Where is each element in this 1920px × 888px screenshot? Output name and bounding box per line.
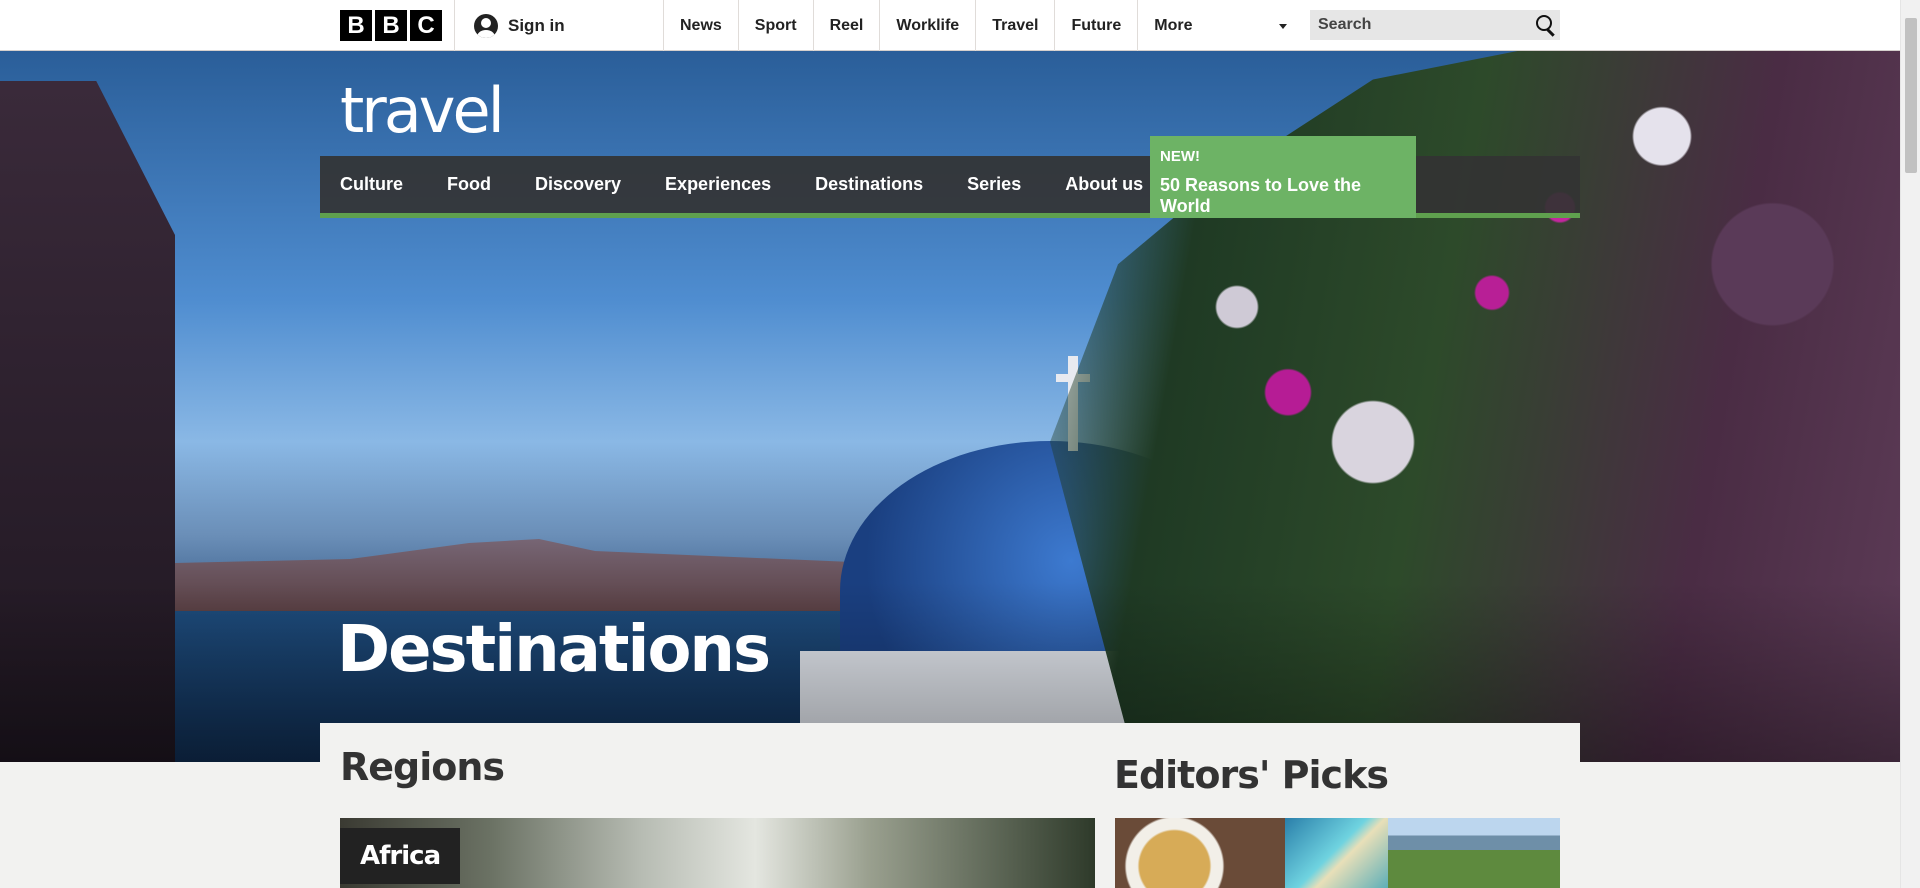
section-discovery[interactable]: Discovery — [513, 156, 643, 213]
search-placeholder: Search — [1318, 16, 1372, 33]
header-divider — [454, 0, 455, 51]
promo-50-reasons[interactable]: NEW! 50 Reasons to Love the World — [1150, 136, 1416, 218]
scrollbar-thumb[interactable] — [1905, 18, 1917, 173]
bbc-global-header: B B C Sign in News Sport Reel Worklife T… — [0, 0, 1900, 51]
editors-pick-food-image — [1115, 818, 1285, 888]
nav-future[interactable]: Future — [1054, 0, 1137, 51]
logo-letter-b2: B — [375, 10, 407, 41]
nav-more[interactable]: More — [1137, 0, 1297, 51]
logo-letter-b1: B — [340, 10, 372, 41]
editors-pick-mountain-image — [1388, 818, 1560, 888]
section-about-us[interactable]: About us — [1043, 156, 1165, 213]
search-input[interactable]: Search — [1310, 10, 1560, 40]
editors-picks-heading: Editors' Picks — [1114, 753, 1389, 797]
nav-more-label: More — [1154, 17, 1193, 34]
section-culture[interactable]: Culture — [320, 156, 425, 213]
page-scrollbar[interactable] — [1900, 0, 1920, 888]
sign-in-link[interactable]: Sign in — [474, 0, 565, 51]
search-icon[interactable] — [1530, 10, 1560, 40]
section-experiences[interactable]: Experiences — [643, 156, 793, 213]
nav-worklife[interactable]: Worklife — [879, 0, 975, 51]
nav-travel[interactable]: Travel — [975, 0, 1054, 51]
regions-heading: Regions — [340, 745, 505, 789]
section-destinations[interactable]: Destinations — [793, 156, 945, 213]
editors-picks-image[interactable] — [1115, 818, 1560, 888]
promo-title: 50 Reasons to Love the World — [1160, 175, 1362, 216]
region-card-label[interactable]: Africa — [340, 828, 461, 884]
nav-news[interactable]: News — [663, 0, 738, 51]
content-area: Regions Africa Editors' Picks — [320, 723, 1580, 888]
editors-pick-beach-image — [1285, 818, 1388, 888]
sign-in-label: Sign in — [508, 15, 565, 35]
bbc-logo[interactable]: B B C — [340, 10, 442, 41]
logo-letter-c: C — [410, 10, 442, 41]
page-title: Destinations — [337, 613, 771, 687]
chevron-down-icon — [1279, 24, 1288, 29]
section-food[interactable]: Food — [425, 156, 513, 213]
travel-logo[interactable]: travel — [340, 80, 505, 142]
nav-sport[interactable]: Sport — [737, 0, 813, 51]
global-nav: News Sport Reel Worklife Travel Future M… — [663, 0, 1297, 51]
section-series[interactable]: Series — [945, 156, 1043, 213]
user-icon — [474, 13, 498, 38]
nav-reel[interactable]: Reel — [812, 0, 880, 51]
promo-badge: NEW! — [1160, 148, 1200, 165]
